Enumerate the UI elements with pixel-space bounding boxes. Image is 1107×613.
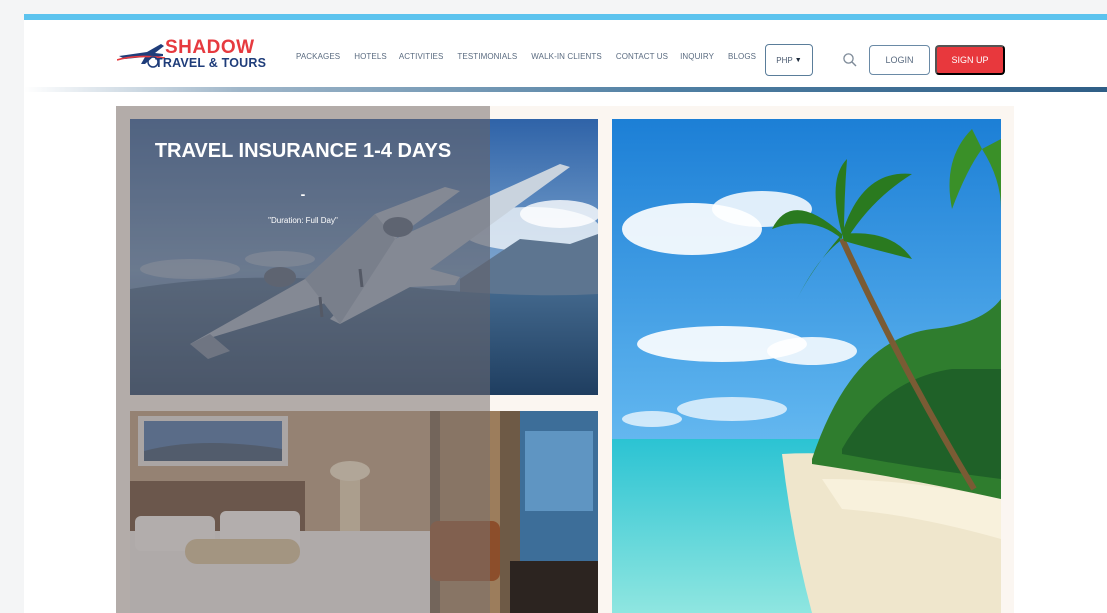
airplane-sky-image: [130, 119, 598, 395]
hotel-room-image: [130, 411, 598, 613]
signup-button[interactable]: SIGN UP: [935, 45, 1005, 75]
nav-walk-in-clients[interactable]: WALK-IN CLIENTS: [531, 52, 602, 61]
login-button[interactable]: LOGIN: [869, 45, 930, 75]
nav-contact-us[interactable]: CONTACT US: [616, 52, 668, 61]
search-icon[interactable]: [842, 52, 858, 68]
beach-tile[interactable]: [612, 119, 1001, 613]
caret-down-icon: ▼: [794, 56, 802, 64]
nav-blogs[interactable]: BLOGS: [728, 52, 756, 61]
header-divider: [24, 87, 1107, 92]
nav-packages[interactable]: PACKAGES: [296, 52, 340, 61]
nav-testimonials[interactable]: TESTIMONIALS: [457, 52, 517, 61]
main-nav: PACKAGES HOTELS ACTIVITIES TESTIMONIALS …: [296, 52, 756, 61]
nav-hotels[interactable]: HOTELS: [354, 52, 387, 61]
site-logo[interactable]: SHADOW TRAVEL & TOURS: [117, 38, 269, 74]
currency-selector[interactable]: PHP ▼: [765, 44, 813, 76]
hotel-room-tile[interactable]: [130, 411, 598, 613]
site-header: SHADOW TRAVEL & TOURS PACKAGES HOTELS AC…: [24, 20, 1107, 88]
currency-value: PHP: [776, 55, 793, 65]
travel-insurance-tile[interactable]: [130, 119, 598, 395]
logo-wordmark-bottom: TRAVEL & TOURS: [155, 56, 267, 70]
logo-wordmark-top: SHADOW: [165, 37, 255, 58]
nav-inquiry[interactable]: INQUIRY: [680, 52, 714, 61]
page: SHADOW TRAVEL & TOURS PACKAGES HOTELS AC…: [24, 14, 1107, 613]
featured-grid: TRAVEL INSURANCE 1-4 DAYS - "Duration: F…: [116, 106, 1014, 613]
tropical-beach-image: [612, 119, 1001, 613]
nav-activities[interactable]: ACTIVITIES: [399, 52, 444, 61]
